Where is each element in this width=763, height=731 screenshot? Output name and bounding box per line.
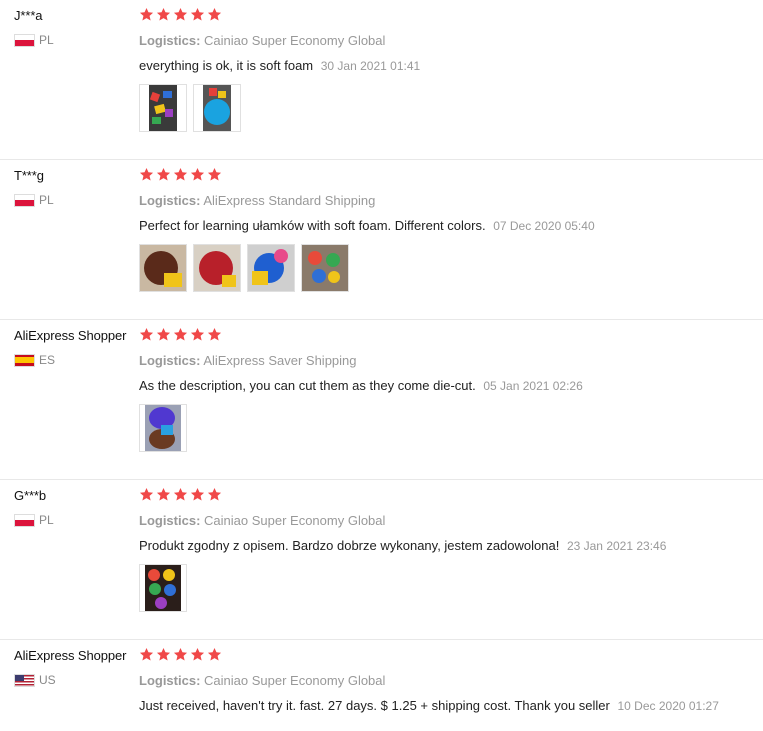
review-photo[interactable]	[139, 564, 187, 612]
star-rating	[139, 647, 222, 662]
logistics-label: Logistics:	[139, 353, 201, 368]
usa-flag-icon	[14, 673, 35, 687]
review-text: everything is ok, it is soft foam 30 Jan…	[139, 58, 420, 73]
star-icon	[190, 7, 205, 22]
star-icon	[190, 487, 205, 502]
review-photo[interactable]	[139, 244, 187, 292]
logistics-info: Logistics: Cainiao Super Economy Global	[139, 513, 385, 528]
star-icon	[139, 7, 154, 22]
star-rating	[139, 327, 222, 342]
spain-flag-icon	[14, 353, 35, 367]
star-icon	[207, 647, 222, 662]
star-icon	[139, 167, 154, 182]
country-code: ES	[39, 353, 56, 367]
review-item: AliExpress Shopper ES Logistics: AliExpr…	[0, 320, 763, 480]
review-body: Just received, haven't try it. fast. 27 …	[139, 698, 610, 713]
star-icon	[173, 327, 188, 342]
poland-flag-icon	[14, 33, 35, 47]
star-icon	[139, 327, 154, 342]
review-body: Perfect for learning ułamków with soft f…	[139, 218, 486, 233]
review-item: T***g PL Logistics: AliExpress Standard …	[0, 160, 763, 320]
poland-flag-icon	[14, 193, 35, 207]
star-icon	[207, 7, 222, 22]
review-photos	[139, 244, 349, 292]
logistics-label: Logistics:	[139, 673, 201, 688]
star-icon	[190, 327, 205, 342]
reviewer-country: PL	[14, 513, 54, 527]
logistics-method: Cainiao Super Economy Global	[204, 673, 386, 688]
star-icon	[139, 647, 154, 662]
logistics-label: Logistics:	[139, 513, 201, 528]
reviewer-name: J***a	[14, 8, 43, 23]
star-icon	[156, 487, 171, 502]
star-icon	[156, 7, 171, 22]
star-icon	[156, 327, 171, 342]
review-photos	[139, 564, 187, 612]
reviewer-name: AliExpress Shopper	[14, 328, 127, 343]
country-code: PL	[39, 193, 54, 207]
star-icon	[156, 167, 171, 182]
star-icon	[207, 487, 222, 502]
reviewer-country: US	[14, 673, 56, 687]
logistics-info: Logistics: AliExpress Saver Shipping	[139, 353, 357, 368]
review-item: AliExpress Shopper US Logistics: Cainiao…	[0, 640, 763, 731]
reviewer-country: PL	[14, 33, 54, 47]
logistics-method: AliExpress Saver Shipping	[203, 353, 357, 368]
logistics-info: Logistics: AliExpress Standard Shipping	[139, 193, 375, 208]
review-photo[interactable]	[193, 244, 241, 292]
star-icon	[173, 167, 188, 182]
review-item: J***a PL Logistics: Cainiao Super Econom…	[0, 0, 763, 160]
logistics-method: Cainiao Super Economy Global	[204, 513, 386, 528]
star-icon	[156, 647, 171, 662]
country-code: PL	[39, 513, 54, 527]
star-rating	[139, 487, 222, 502]
star-icon	[190, 647, 205, 662]
review-photo[interactable]	[139, 404, 187, 452]
star-icon	[173, 7, 188, 22]
review-text: Just received, haven't try it. fast. 27 …	[139, 698, 719, 713]
star-icon	[173, 487, 188, 502]
review-date: 05 Jan 2021 02:26	[483, 379, 583, 393]
review-text: Perfect for learning ułamków with soft f…	[139, 218, 595, 233]
logistics-label: Logistics:	[139, 33, 201, 48]
country-code: US	[39, 673, 56, 687]
review-body: As the description, you can cut them as …	[139, 378, 476, 393]
star-icon	[190, 167, 205, 182]
reviewer-name: T***g	[14, 168, 44, 183]
review-photo[interactable]	[193, 84, 241, 132]
logistics-info: Logistics: Cainiao Super Economy Global	[139, 33, 385, 48]
reviewer-country: PL	[14, 193, 54, 207]
reviewer-name: G***b	[14, 488, 47, 503]
review-item: G***b PL Logistics: Cainiao Super Econom…	[0, 480, 763, 640]
poland-flag-icon	[14, 513, 35, 527]
review-date: 10 Dec 2020 01:27	[617, 699, 719, 713]
review-text: As the description, you can cut them as …	[139, 378, 583, 393]
review-body: Produkt zgodny z opisem. Bardzo dobrze w…	[139, 538, 560, 553]
star-rating	[139, 167, 222, 182]
review-photo[interactable]	[247, 244, 295, 292]
logistics-label: Logistics:	[139, 193, 201, 208]
reviewer-country: ES	[14, 353, 55, 367]
logistics-info: Logistics: Cainiao Super Economy Global	[139, 673, 385, 688]
review-date: 07 Dec 2020 05:40	[493, 219, 595, 233]
logistics-method: Cainiao Super Economy Global	[204, 33, 386, 48]
reviewer-name: AliExpress Shopper	[14, 648, 127, 663]
review-text: Produkt zgodny z opisem. Bardzo dobrze w…	[139, 538, 666, 553]
star-rating	[139, 7, 222, 22]
star-icon	[173, 647, 188, 662]
star-icon	[207, 327, 222, 342]
country-code: PL	[39, 33, 54, 47]
logistics-method: AliExpress Standard Shipping	[203, 193, 376, 208]
review-date: 23 Jan 2021 23:46	[566, 539, 667, 553]
review-photo[interactable]	[139, 84, 187, 132]
review-photo[interactable]	[301, 244, 349, 292]
review-photos	[139, 84, 241, 132]
review-photos	[139, 404, 187, 452]
star-icon	[207, 167, 222, 182]
star-icon	[139, 487, 154, 502]
review-date: 30 Jan 2021 01:41	[320, 59, 421, 73]
review-body: everything is ok, it is soft foam	[139, 58, 314, 73]
